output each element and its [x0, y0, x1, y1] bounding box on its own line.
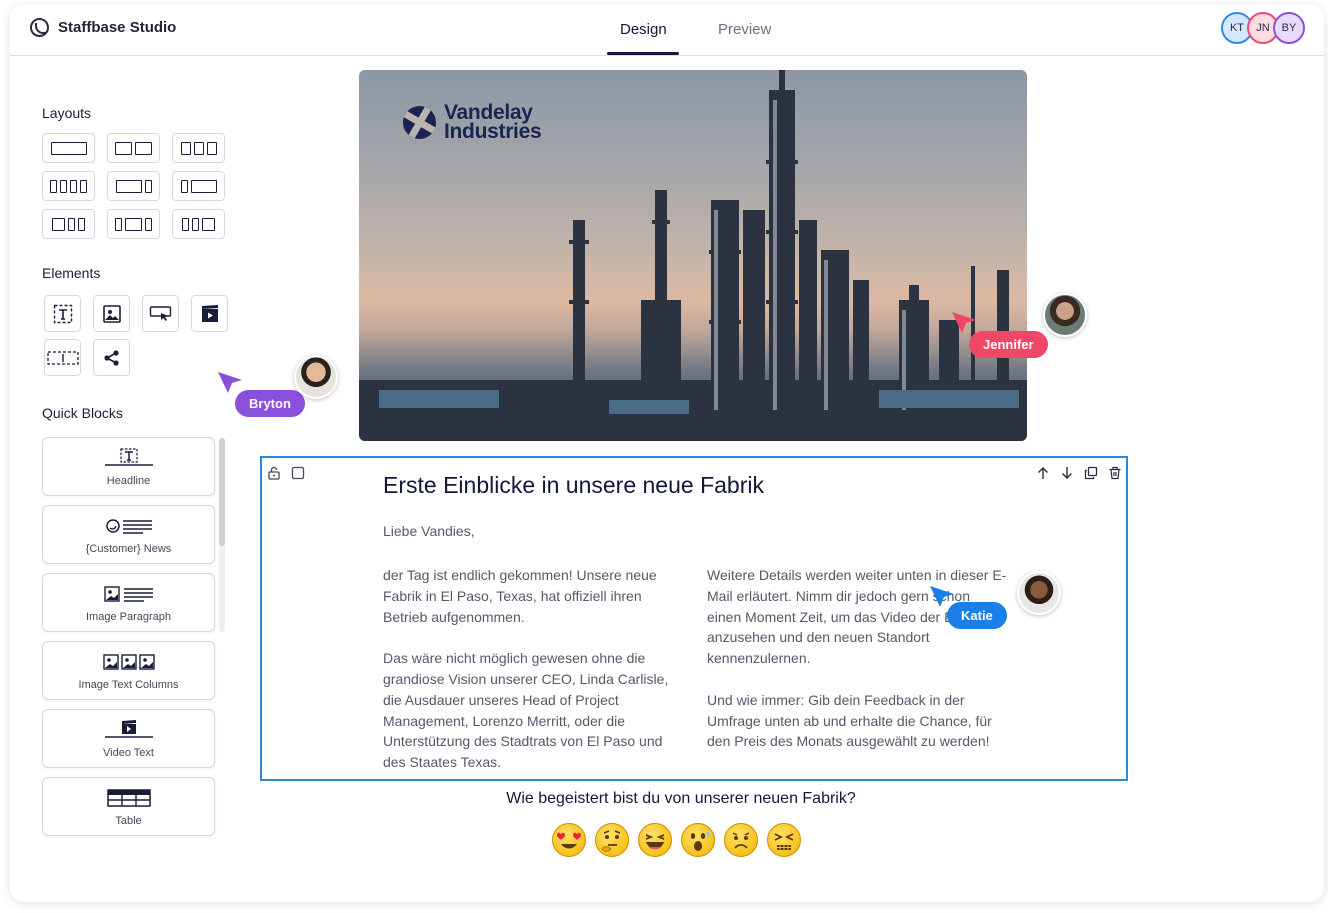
article-title[interactable]: Erste Einblicke in unsere neue Fabrik [383, 472, 764, 499]
video-element-icon [201, 304, 218, 322]
studio-window: Staffbase Studio Design Preview KT JN BY… [10, 4, 1324, 902]
layout-four-columns[interactable] [42, 171, 95, 201]
survey-emoji-options [552, 823, 801, 857]
layout-narrow-wide[interactable] [172, 171, 225, 201]
katie-cursor-label: Katie [947, 602, 1007, 629]
layout-wide-narrow[interactable] [107, 171, 160, 201]
headline-icon [104, 448, 153, 466]
quick-block-image-paragraph[interactable]: Image Paragraph [42, 573, 215, 632]
layouts-grid [42, 133, 225, 239]
app-title: Staffbase Studio [58, 19, 177, 36]
element-image[interactable] [93, 295, 130, 332]
layout-two-plus-wide[interactable] [172, 209, 225, 239]
top-bar: Staffbase Studio Design Preview KT JN BY [10, 4, 1324, 56]
sad-emoji-icon[interactable] [724, 823, 758, 857]
hero-image[interactable]: Vandelay Industries [359, 70, 1027, 441]
quick-block-label: Image Paragraph [86, 611, 171, 623]
quick-block-label: {Customer} News [85, 543, 172, 555]
angry-emoji-icon[interactable] [767, 823, 801, 857]
image-element-icon [102, 304, 121, 323]
article-paragraph: Das wäre nicht möglich gewesen ohne die … [383, 650, 669, 771]
tab-preview[interactable]: Preview [718, 21, 771, 38]
brand-line2: Industries [444, 120, 542, 143]
element-video[interactable] [191, 295, 228, 332]
text-element-icon [53, 304, 72, 323]
news-icon [105, 519, 152, 534]
elements-grid [44, 295, 228, 376]
duplicate-icon[interactable] [1084, 466, 1098, 480]
survey-question: Wie begeistert bist du von unserer neuen… [506, 790, 856, 807]
image-paragraph-icon [103, 586, 153, 602]
layout-two-columns[interactable] [107, 133, 160, 163]
element-text[interactable] [44, 295, 81, 332]
quick-block-image-text-columns[interactable]: Image Text Columns [42, 641, 215, 700]
button-element-icon [149, 305, 171, 321]
image-columns-icon [102, 654, 155, 670]
article-column-right[interactable]: Weitere Details werden weiter unten in d… [707, 565, 1007, 773]
layout-two-plus-two[interactable] [42, 209, 95, 239]
jennifer-cursor-label: Jennifer [969, 331, 1048, 358]
quick-block-label: Headline [106, 475, 151, 487]
layout-one-column[interactable] [42, 133, 95, 163]
quick-blocks-heading: Quick Blocks [42, 405, 123, 421]
quick-blocks-list: Headline {Customer} News Image Paragraph… [42, 437, 215, 845]
move-down-icon[interactable] [1060, 466, 1074, 480]
katie-avatar [1017, 571, 1061, 615]
heart-eyes-emoji-icon[interactable] [552, 823, 586, 857]
article-paragraph: Und wie immer: Gib dein Feedback in der … [707, 691, 992, 750]
element-spacer[interactable] [44, 339, 81, 376]
surprised-emoji-icon[interactable] [681, 823, 715, 857]
laughing-emoji-icon[interactable] [638, 823, 672, 857]
quick-blocks-scrollbar[interactable] [219, 438, 225, 546]
delete-icon[interactable] [1108, 466, 1122, 480]
quick-block-video-text[interactable]: Video Text [42, 709, 215, 768]
quick-block-headline[interactable]: Headline [42, 437, 215, 496]
article-greeting[interactable]: Liebe Vandies, [383, 523, 475, 539]
staffbase-logo-icon [30, 18, 49, 37]
element-social[interactable] [93, 339, 130, 376]
elements-heading: Elements [42, 265, 101, 281]
article-paragraph: der Tag ist endlich gekommen! Unsere neu… [383, 567, 657, 625]
quick-block-label: Image Text Columns [78, 679, 179, 691]
layouts-heading: Layouts [42, 105, 92, 121]
active-tab-indicator [607, 52, 679, 55]
vandelay-globe-icon [403, 105, 436, 139]
unlock-icon[interactable] [267, 466, 281, 480]
article-column-left[interactable]: der Tag ist endlich gekommen! Unsere neu… [383, 565, 683, 794]
thinking-emoji-icon[interactable] [595, 823, 629, 857]
spacer-element-icon [46, 350, 79, 365]
move-up-icon[interactable] [1036, 466, 1050, 480]
layout-one-column-icon [50, 141, 87, 155]
jennifer-avatar [1043, 293, 1087, 337]
bryton-avatar [294, 355, 338, 399]
quick-block-label: Table [115, 815, 142, 827]
bryton-cursor-label: Bryton [235, 390, 305, 417]
checkbox-icon[interactable] [291, 466, 305, 480]
collaborator-avatar-by[interactable]: BY [1273, 12, 1305, 44]
brand: Staffbase Studio [30, 18, 176, 37]
share-icon [103, 349, 119, 366]
tab-design[interactable]: Design [620, 21, 667, 38]
layout-three-columns[interactable] [172, 133, 225, 163]
video-text-icon [104, 720, 153, 738]
layout-narrow-wide-narrow[interactable] [107, 209, 160, 239]
quick-block-news[interactable]: {Customer} News [42, 505, 215, 564]
element-button[interactable] [142, 295, 179, 332]
vandelay-logo: Vandelay Industries [403, 102, 542, 143]
quick-block-label: Video Text [103, 747, 154, 759]
